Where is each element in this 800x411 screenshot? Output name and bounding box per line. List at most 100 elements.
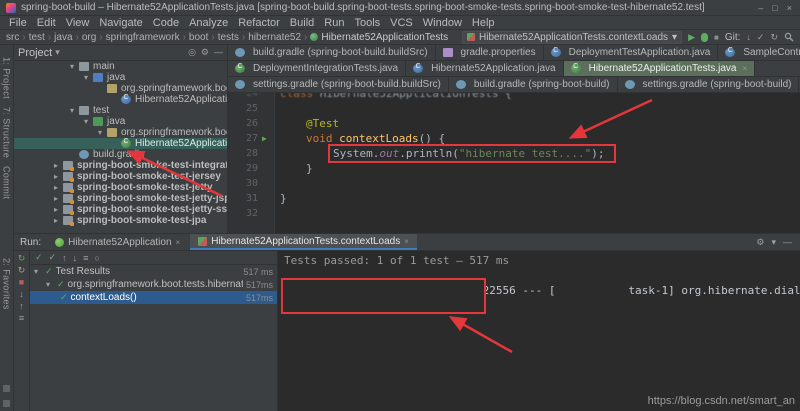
tool-button-commit[interactable]: Commit: [2, 166, 12, 199]
tool-button-project[interactable]: 1: Project: [2, 57, 12, 99]
line-number[interactable]: 25: [228, 101, 274, 116]
expand-arrow-icon[interactable]: [34, 267, 42, 276]
tab-build-gradle-buildsrc[interactable]: build.gradle (spring-boot-build.buildSrc…: [228, 45, 436, 60]
breadcrumb-class[interactable]: Hibernate52ApplicationTests: [310, 32, 448, 43]
close-tab-icon[interactable]: [404, 237, 409, 246]
menu-analyze[interactable]: Analyze: [184, 17, 233, 29]
tree-item-module-jersey[interactable]: spring-boot-smoke-test-jersey: [14, 171, 227, 182]
tree-item-module-jpa[interactable]: spring-boot-smoke-test-jpa: [14, 215, 227, 226]
tab-settings-gradle-buildsrc[interactable]: settings.gradle (spring-boot-build.build…: [228, 77, 449, 92]
tree-item-java-test[interactable]: java: [14, 116, 227, 127]
tab-build-gradle[interactable]: build.gradle (spring-boot-build): [449, 77, 618, 92]
tree-item-package-test[interactable]: org.springframework.boot.test: [14, 127, 227, 138]
tool-button-icon[interactable]: [3, 385, 10, 392]
expand-arrow-icon[interactable]: [70, 62, 79, 71]
run-test-gutter-icon[interactable]: [262, 132, 267, 145]
menu-window[interactable]: Window: [418, 17, 467, 29]
breadcrumb-hibernate52[interactable]: hibernate52: [248, 32, 310, 43]
tree-item-module-integration[interactable]: spring-boot-smoke-test-integration: [14, 160, 227, 171]
breadcrumb-tests[interactable]: tests: [218, 32, 248, 43]
test-row-class[interactable]: org.springframework.boot.tests.hibernate…: [30, 278, 277, 291]
show-ignored-icon[interactable]: [49, 252, 57, 263]
line-number[interactable]: 31: [228, 191, 274, 206]
tree-item-java-main[interactable]: java: [14, 72, 227, 83]
more-options-icon[interactable]: [19, 314, 24, 323]
tab-gradle-properties[interactable]: gradle.properties: [436, 45, 544, 60]
collapse-arrow-icon[interactable]: [54, 183, 63, 192]
git-update-icon[interactable]: [746, 32, 751, 42]
tree-item-test[interactable]: test: [14, 105, 227, 116]
tree-item-module-jetty-jsp[interactable]: spring-boot-smoke-test-jetty-jsp: [14, 193, 227, 204]
line-number[interactable]: 27: [228, 131, 274, 146]
hide-panel-icon[interactable]: [783, 237, 792, 247]
menu-vcs[interactable]: VCS: [385, 17, 418, 29]
run-configuration-select[interactable]: Hibernate52ApplicationTests.contextLoads: [462, 31, 682, 44]
scroll-down-icon[interactable]: [19, 290, 24, 299]
collapse-arrow-icon[interactable]: [54, 205, 63, 214]
history-icon[interactable]: [94, 253, 99, 263]
line-number[interactable]: 26: [228, 116, 274, 131]
tab-deployment-integration-tests[interactable]: DeploymentIntegrationTests.java: [228, 61, 406, 76]
collapse-panel-icon[interactable]: [771, 237, 776, 248]
breadcrumb-test[interactable]: test: [29, 32, 54, 43]
locate-file-icon[interactable]: [188, 47, 196, 58]
breadcrumb-src[interactable]: src: [6, 32, 29, 43]
tree-item-test-class-selected[interactable]: Hibernate52ApplicationTes: [14, 138, 227, 149]
test-row-context-loads-selected[interactable]: contextLoads() 517ms: [30, 291, 277, 304]
menu-refactor[interactable]: Refactor: [233, 17, 285, 29]
next-test-icon[interactable]: [73, 253, 78, 263]
line-number[interactable]: 28: [228, 146, 274, 161]
expand-arrow-icon[interactable]: [98, 128, 107, 137]
line-number[interactable]: 30: [228, 176, 274, 191]
show-passed-icon[interactable]: [35, 252, 43, 263]
scroll-up-icon[interactable]: [19, 302, 24, 311]
close-icon[interactable]: [787, 3, 792, 13]
breadcrumb-org[interactable]: org: [82, 32, 106, 43]
line-number[interactable]: 29: [228, 161, 274, 176]
chevron-down-icon[interactable]: [55, 47, 60, 58]
menu-help[interactable]: Help: [467, 17, 500, 29]
breadcrumb-springframework[interactable]: springframework: [106, 32, 189, 43]
test-row-root[interactable]: Test Results 517 ms: [30, 265, 277, 278]
collapse-arrow-icon[interactable]: [54, 172, 63, 181]
breadcrumb-boot[interactable]: boot: [189, 32, 218, 43]
code-editor[interactable]: 24 class Hibernate52ApplicationTests { 2…: [228, 93, 800, 233]
tree-item-package-main[interactable]: org.springframework.boot.test: [14, 83, 227, 94]
collapse-arrow-icon[interactable]: [54, 194, 63, 203]
git-commit-icon[interactable]: [757, 32, 765, 43]
hide-panel-icon[interactable]: [214, 47, 223, 58]
sort-icon[interactable]: [83, 253, 88, 263]
menu-tools[interactable]: Tools: [349, 17, 385, 29]
breadcrumb-java[interactable]: java: [54, 32, 82, 43]
menu-file[interactable]: File: [4, 17, 32, 29]
stop-icon[interactable]: [19, 278, 24, 287]
debug-button[interactable]: [701, 33, 708, 42]
git-refresh-icon[interactable]: [770, 32, 778, 43]
tab-settings-gradle[interactable]: settings.gradle (spring-boot-build): [618, 77, 800, 92]
expand-arrow-icon[interactable]: [84, 117, 93, 126]
tree-item-application-class[interactable]: Hibernate52Application: [14, 94, 227, 105]
run-button[interactable]: [688, 32, 695, 43]
close-tab-icon[interactable]: [742, 64, 747, 73]
run-tab-application[interactable]: Hibernate52Application: [47, 234, 188, 250]
menu-view[interactable]: View: [61, 17, 95, 29]
tab-deployment-test-application[interactable]: DeploymentTestApplication.java: [544, 45, 719, 60]
collapse-arrow-icon[interactable]: [54, 216, 63, 225]
expand-arrow-icon[interactable]: [84, 73, 93, 82]
collapse-arrow-icon[interactable]: [54, 161, 63, 170]
tool-button-favorites[interactable]: 2: Favorites: [2, 258, 12, 310]
expand-arrow-icon[interactable]: [46, 280, 54, 289]
menu-run[interactable]: Run: [319, 17, 349, 29]
line-number[interactable]: 24: [228, 93, 274, 101]
minimize-icon[interactable]: [758, 3, 763, 13]
tool-button-icon[interactable]: [3, 400, 10, 407]
run-console[interactable]: Tests passed: 1 of 1 test – 517 ms 2020-…: [278, 251, 800, 411]
rerun-failed-icon[interactable]: [18, 266, 26, 275]
close-tab-icon[interactable]: [176, 238, 181, 247]
tool-button-structure[interactable]: 7: Structure: [2, 107, 12, 158]
tab-hibernate52-application-tests-selected[interactable]: Hibernate52ApplicationTests.java: [564, 61, 756, 76]
maximize-icon[interactable]: [772, 3, 777, 13]
stop-button[interactable]: [714, 33, 719, 42]
tree-item-main[interactable]: main: [14, 61, 227, 72]
tree-item-build-gradle[interactable]: build.gradle: [14, 149, 227, 160]
